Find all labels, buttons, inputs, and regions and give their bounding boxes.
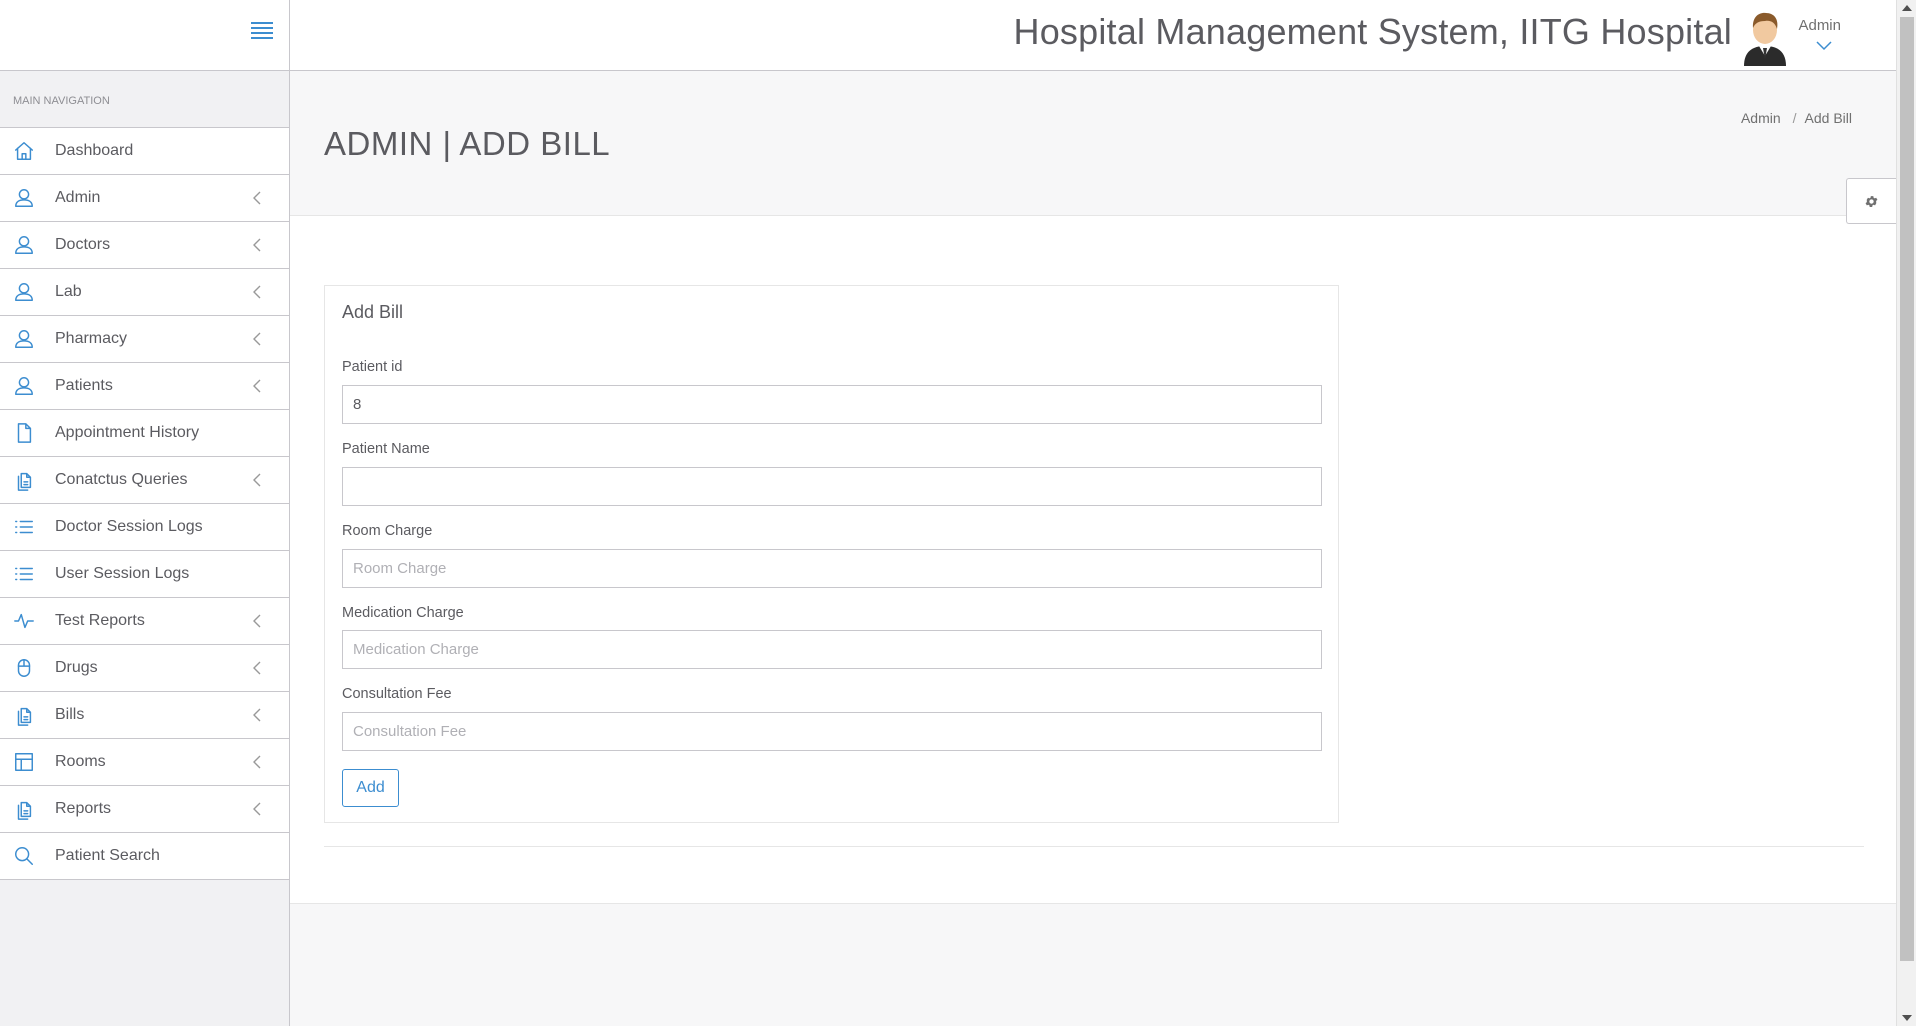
sidebar-item-patients[interactable]: Patients: [0, 363, 289, 410]
files-icon: [12, 797, 36, 821]
page-header: ADMIN | ADD BILL Admin / Add Bill: [290, 71, 1896, 224]
chevron-left-icon[interactable]: [251, 285, 263, 299]
sidebar-item-label: Pharmacy: [55, 330, 128, 347]
sidebar: MAIN NAVIGATION Dashboard Admin Doctors Lab…: [0, 0, 290, 1026]
pulse-icon: [12, 609, 36, 633]
footer-band: [290, 903, 1896, 1026]
sidebar-item-dashboard[interactable]: Dashboard: [0, 128, 289, 175]
add-bill-panel: Add Bill Patient id Patient Name Room Ch…: [324, 285, 1339, 823]
sidebar-item-bills[interactable]: Bills: [0, 692, 289, 739]
room-charge-label: Room Charge: [342, 523, 433, 539]
sidebar-item-label: Rooms: [55, 753, 106, 770]
main-content: ADMIN | ADD BILL Admin / Add Bill Add Bill…: [290, 71, 1896, 1026]
sidebar-item-user-session-logs[interactable]: User Session Logs: [0, 551, 289, 598]
sidebar-item-patient-search[interactable]: Patient Search: [0, 833, 289, 880]
sidebar-item-lab[interactable]: Lab: [0, 269, 289, 316]
chevron-left-icon[interactable]: [251, 661, 263, 675]
patient-name-label: Patient Name: [342, 441, 430, 457]
sidebar-item-drugs[interactable]: Drugs: [0, 645, 289, 692]
sidebar-item-label: Test Reports: [55, 612, 145, 629]
sidebar-item-label: Conatctus Queries: [55, 471, 188, 488]
content-divider: [324, 846, 1864, 847]
chevron-left-icon[interactable]: [251, 191, 263, 205]
sidebar-item-label: Lab: [55, 283, 82, 300]
page-scrollbar[interactable]: [1896, 0, 1916, 1026]
sidebar-item-doctor-session-logs[interactable]: Doctor Session Logs: [0, 504, 289, 551]
sidebar-item-test-reports[interactable]: Test Reports: [0, 598, 289, 645]
breadcrumb-item-current: Add Bill: [1804, 110, 1852, 126]
menu-toggle-icon[interactable]: [251, 22, 273, 42]
search-icon: [12, 844, 36, 868]
chevron-left-icon[interactable]: [251, 332, 263, 346]
user-icon: [12, 233, 36, 257]
user-icon: [12, 186, 36, 210]
sidebar-item-label: Reports: [55, 800, 112, 817]
breadcrumb: Admin / Add Bill: [1740, 110, 1852, 126]
chevron-left-icon[interactable]: [251, 238, 263, 252]
scroll-thumb[interactable]: [1900, 17, 1914, 961]
user-icon: [12, 374, 36, 398]
file-icon: [12, 421, 36, 445]
sidebar-item-appointment-history[interactable]: Appointment History: [0, 410, 289, 457]
sidebar-item-label: User Session Logs: [55, 565, 190, 582]
gear-icon: [1865, 195, 1878, 207]
files-icon: [12, 703, 36, 727]
patient-id-input[interactable]: [342, 385, 1322, 424]
scroll-up-icon[interactable]: [1902, 5, 1912, 11]
avatar[interactable]: [1740, 8, 1790, 66]
user-icon: [12, 280, 36, 304]
mouse-icon: [12, 656, 36, 680]
chevron-down-icon[interactable]: [1816, 38, 1832, 51]
sidebar-item-label: Drugs: [55, 659, 98, 676]
list-icon: [12, 515, 36, 539]
consultation-fee-input[interactable]: [342, 712, 1322, 751]
sidebar-item-label: Dashboard: [55, 142, 134, 159]
patient-name-input[interactable]: [342, 467, 1322, 506]
sidebar-item-label: Bills: [55, 706, 85, 723]
chevron-left-icon[interactable]: [251, 473, 263, 487]
app-root: MAIN NAVIGATION Dashboard Admin Doctors Lab…: [0, 0, 1916, 1026]
list-icon: [12, 562, 36, 586]
top-bar: Hospital Management System, IITG Hospita…: [290, 0, 1896, 71]
page-title: ADMIN | ADD BILL: [324, 125, 611, 162]
content-area: Add Bill Patient id Patient Name Room Ch…: [290, 216, 1896, 901]
sidebar-item-label: Doctor Session Logs: [55, 518, 203, 535]
add-button[interactable]: Add: [342, 769, 399, 807]
sidebar-item-pharmacy[interactable]: Pharmacy: [0, 316, 289, 363]
chevron-left-icon[interactable]: [251, 755, 263, 769]
medication-charge-input[interactable]: [342, 630, 1322, 669]
layout-icon: [12, 750, 36, 774]
patient-id-label: Patient id: [342, 359, 403, 375]
app-title: Hospital Management System, IITG Hospita…: [1013, 11, 1732, 52]
sidebar-item-label: Appointment History: [55, 424, 200, 441]
chevron-left-icon[interactable]: [251, 614, 263, 628]
chevron-left-icon[interactable]: [251, 802, 263, 816]
consultation-fee-label: Consultation Fee: [342, 686, 452, 702]
chevron-left-icon[interactable]: [251, 379, 263, 393]
sidebar-item-label: Admin: [55, 189, 101, 206]
sidebar-item-doctors[interactable]: Doctors: [0, 222, 289, 269]
home-icon: [12, 139, 36, 163]
nav-heading: MAIN NAVIGATION: [0, 71, 289, 128]
sidebar-item-conatctus-queries[interactable]: Conatctus Queries: [0, 457, 289, 504]
sidebar-item-label: Patients: [55, 377, 113, 394]
user-name[interactable]: Admin: [1798, 17, 1841, 34]
sidebar-nav: Dashboard Admin Doctors Lab Pharmacy Patients…: [0, 128, 289, 880]
chevron-left-icon[interactable]: [251, 708, 263, 722]
room-charge-input[interactable]: [342, 549, 1322, 588]
panel-title: Add Bill: [342, 302, 404, 322]
sidebar-item-rooms[interactable]: Rooms: [0, 739, 289, 786]
scroll-down-icon[interactable]: [1902, 1015, 1912, 1021]
sidebar-item-label: Doctors: [55, 236, 111, 253]
user-icon: [12, 327, 36, 351]
sidebar-item-reports[interactable]: Reports: [0, 786, 289, 833]
sidebar-item-admin[interactable]: Admin: [0, 175, 289, 222]
files-icon: [12, 468, 36, 492]
sidebar-top: [0, 0, 289, 71]
sidebar-item-label: Patient Search: [55, 847, 160, 864]
medication-charge-label: Medication Charge: [342, 605, 464, 621]
breadcrumb-item-admin[interactable]: Admin: [1741, 110, 1781, 126]
